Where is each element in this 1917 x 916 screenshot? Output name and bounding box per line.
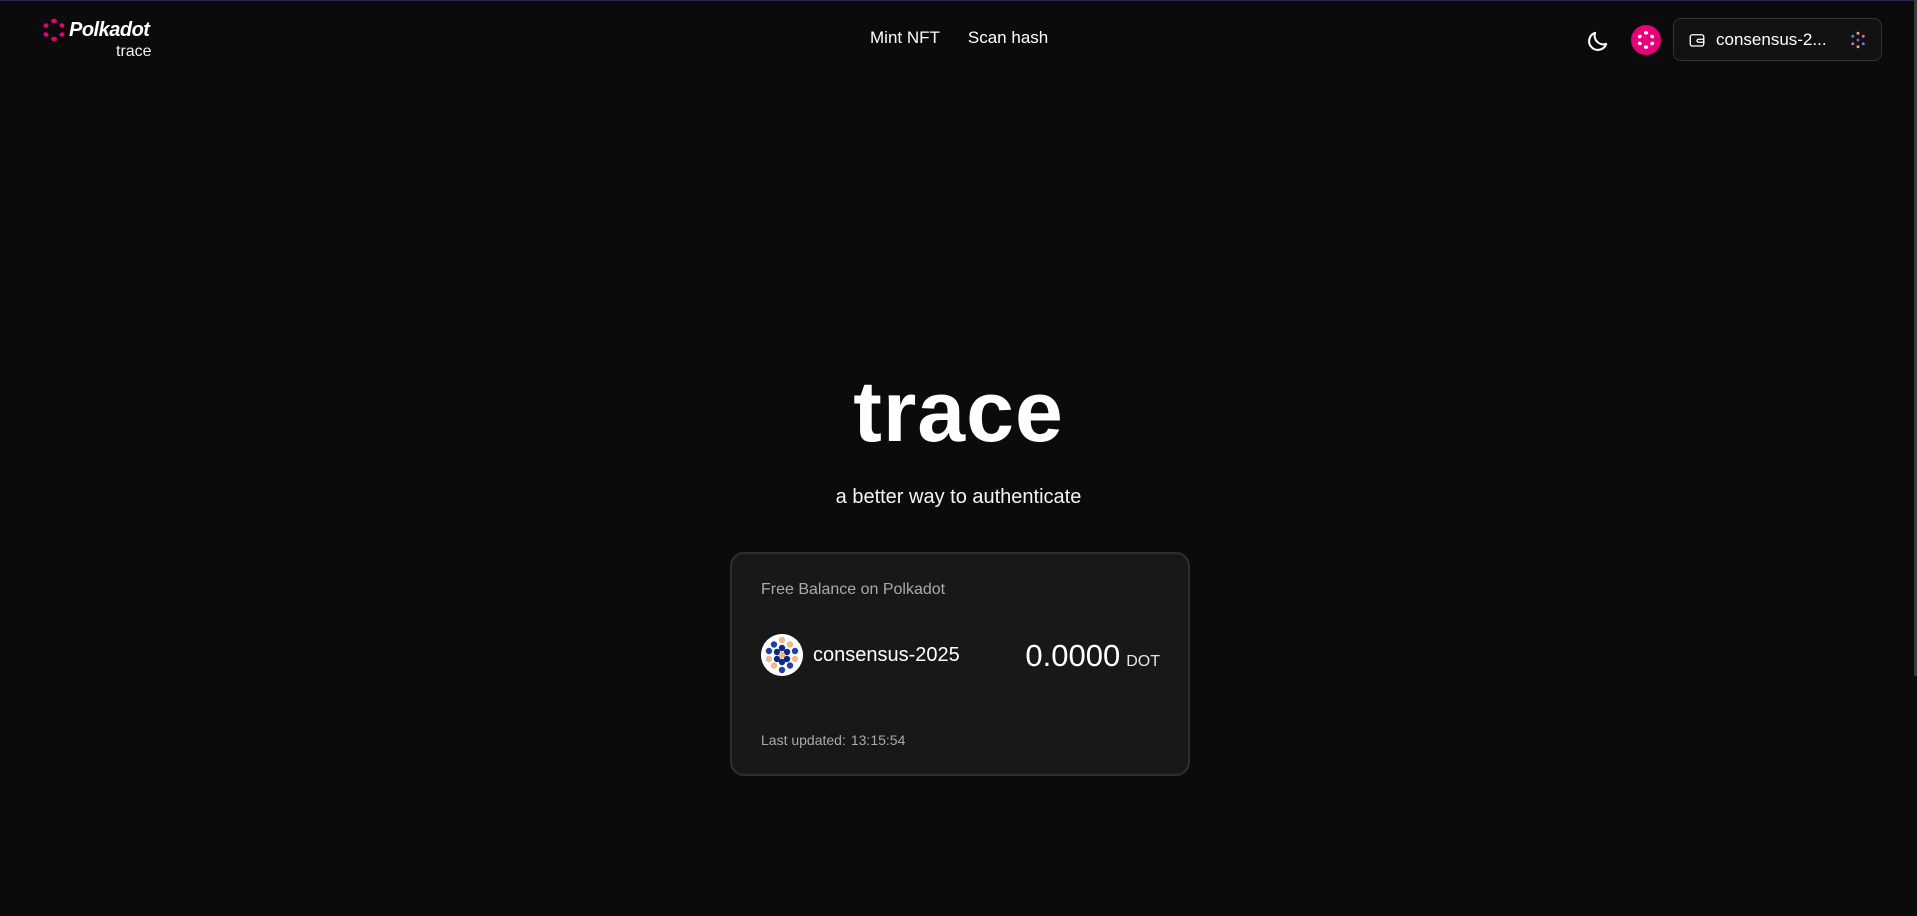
- wallet-icon: [1689, 33, 1705, 47]
- wallet-account-button[interactable]: consensus-2...: [1673, 18, 1882, 61]
- account-name: consensus-2025: [813, 643, 960, 666]
- balance-display: 0.0000 DOT: [1025, 638, 1160, 674]
- brand-name: Polkadot: [69, 19, 150, 41]
- account-avatar: [761, 634, 803, 676]
- hero-title: trace: [0, 362, 1917, 462]
- nav-mint-nft[interactable]: Mint NFT: [870, 28, 940, 48]
- main-nav: Mint NFT Scan hash: [870, 28, 1048, 48]
- moon-icon: [1588, 31, 1608, 51]
- account-info: consensus-2025: [761, 634, 960, 676]
- polkadot-network-icon: [1637, 31, 1655, 49]
- balance-card: Free Balance on Polkadot consensus-2025 …: [730, 552, 1190, 776]
- brand[interactable]: Polkadot trace: [42, 18, 162, 62]
- last-updated: Last updated: 13:15:54: [761, 732, 910, 748]
- balance-value: 0.0000: [1025, 638, 1121, 673]
- last-updated-time: 13:15:54: [850, 732, 906, 748]
- network-selector-button[interactable]: [1631, 25, 1661, 55]
- balance-unit: DOT: [1126, 653, 1160, 670]
- card-title: Free Balance on Polkadot: [761, 581, 946, 598]
- nav-scan-hash[interactable]: Scan hash: [968, 28, 1048, 48]
- hero-subtitle: a better way to authenticate: [835, 486, 1082, 508]
- polkadot-logo-icon: [43, 18, 65, 42]
- theme-toggle-button[interactable]: [1584, 27, 1612, 55]
- brand-subtitle: trace: [116, 43, 152, 60]
- wallet-account-label: consensus-2...: [1716, 29, 1827, 49]
- identicon-icon: [1851, 31, 1865, 48]
- last-updated-label: Last updated:: [761, 732, 846, 748]
- header: Polkadot trace Mint NFT Scan hash consen…: [0, 0, 1917, 78]
